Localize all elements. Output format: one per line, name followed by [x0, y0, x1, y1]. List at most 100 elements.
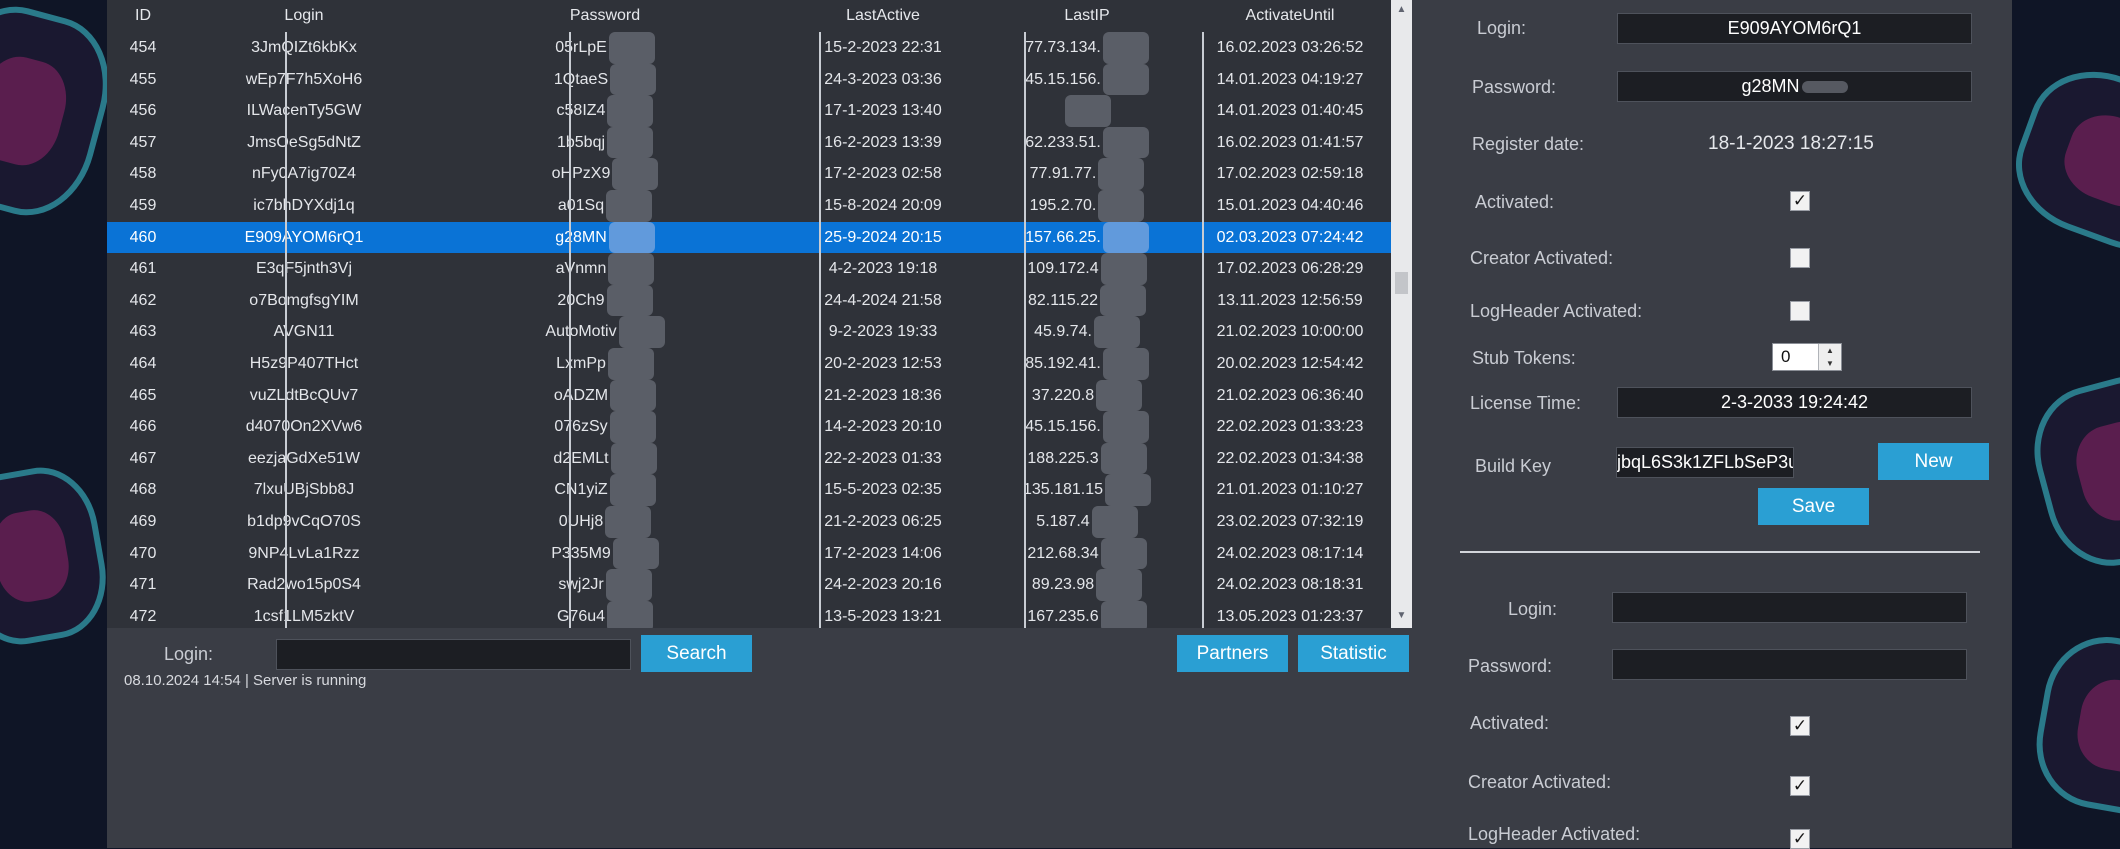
cell-login-text: nFy0A7ig70Z4	[251, 165, 357, 183]
activated-checkbox[interactable]: ✓	[1790, 191, 1810, 211]
creator-activated-label: Creator Activated:	[1470, 248, 1614, 268]
build-key-label: Build Key	[1475, 456, 1552, 476]
new-activated-checkbox[interactable]: ✓	[1790, 716, 1810, 736]
statistic-button[interactable]: Statistic	[1298, 635, 1409, 672]
license-time-field[interactable]: 2-3-2033 19:24:42	[1617, 387, 1972, 418]
cell-activateuntil: 21.02.2023 06:36:40	[1189, 380, 1391, 412]
scroll-down-icon[interactable]: ▼	[1391, 606, 1412, 626]
column-header-login[interactable]: Login	[179, 0, 429, 32]
cell-lastactive-text: 24-3-2023 03:36	[824, 70, 942, 88]
cell-lastip-text: 37.220.8	[1031, 386, 1095, 404]
redacted-mask	[612, 158, 659, 190]
chevron-up-icon[interactable]: ▲	[1819, 344, 1841, 357]
redacted-mask	[1102, 63, 1149, 96]
search-button[interactable]: Search	[641, 635, 752, 672]
table-row[interactable]: 464 H5z9P407THct LxmPp 20-2-2023 12:53 85.19…	[107, 348, 1412, 380]
cell-activateuntil-text: 16.02.2023 01:41:57	[1216, 133, 1364, 151]
cell-id: 461	[107, 253, 179, 285]
cell-activateuntil-text: 13.11.2023 12:56:59	[1217, 291, 1363, 309]
cell-password: c58IZ4	[429, 95, 781, 127]
table-row[interactable]: 461 E3qF5jnth3Vj aVnmn 4-2-2023 19:18 109.17…	[107, 253, 1412, 285]
login-field[interactable]: E909AYOM6rQ1	[1617, 13, 1972, 44]
cell-login-text: E3qF5jnth3Vj	[255, 260, 353, 278]
cell-id: 464	[107, 348, 179, 380]
grid-header: ID Login Password LastActive LastIP Acti…	[107, 0, 1412, 32]
redacted-mask	[1100, 537, 1147, 570]
scroll-up-icon[interactable]: ▲	[1391, 0, 1412, 20]
chevron-down-icon[interactable]: ▼	[1819, 357, 1841, 370]
table-row[interactable]: 471 Rad2wo15p0S4 swj2Jr 24-2-2023 20:16 89.2…	[107, 569, 1412, 601]
cell-activateuntil: 16.02.2023 01:41:57	[1189, 127, 1391, 159]
cell-password: swj2Jr	[429, 569, 781, 601]
column-header-activateuntil[interactable]: ActivateUntil	[1189, 0, 1391, 32]
cell-login-text: d4070On2XVw6	[245, 418, 363, 436]
table-row[interactable]: 458 nFy0A7ig70Z4 oHPzX9 17-2-2023 02:58 77.9…	[107, 158, 1412, 190]
table-row[interactable]: 463 AVGN11 AutoMotiv 9-2-2023 19:33 45.9.74.…	[107, 316, 1412, 348]
new-logheader-activated-checkbox[interactable]: ✓	[1790, 829, 1810, 849]
creator-activated-checkbox[interactable]	[1790, 248, 1810, 268]
cell-id-text: 464	[129, 355, 157, 372]
scroll-thumb[interactable]	[1395, 272, 1408, 294]
table-row[interactable]: 455 wEp7F7h5XoH6 1QtaeS 24-3-2023 03:36 45.1…	[107, 63, 1412, 96]
cell-lastip-text: 45.9.74.	[1034, 323, 1092, 341]
table-row[interactable]: 470 9NP4LvLa1Rzz P335M9 17-2-2023 14:06 212.…	[107, 537, 1412, 570]
table-row[interactable]: 465 vuZLdtBcQUv7 oADZM 21-2-2023 18:36 37.22…	[107, 379, 1412, 412]
redacted-mask	[610, 442, 657, 475]
table-row[interactable]: 456 ILWacenTy5GW c58IZ4 17-1-2023 13:40 14.0…	[107, 95, 1412, 127]
partners-button[interactable]: Partners	[1177, 635, 1288, 672]
new-creator-activated-checkbox[interactable]: ✓	[1790, 776, 1810, 796]
cell-lastactive: 4-2-2023 19:18	[781, 253, 985, 285]
logheader-activated-checkbox[interactable]	[1790, 301, 1810, 321]
table-row[interactable]: 460 E909AYOM6rQ1 g28MN 25-9-2024 20:15 157.6…	[107, 221, 1412, 254]
cell-lastip: 195.2.70.	[985, 190, 1189, 222]
cell-lastip-text: 45.15.156.	[1025, 70, 1101, 88]
cell-password: CN1yiZ	[429, 474, 781, 506]
table-row[interactable]: 467 eezjaGdXe51W d2EMLt 22-2-2023 01:33 188.…	[107, 442, 1412, 475]
table-row[interactable]: 466 d4070On2XVw6 076zSy 14-2-2023 20:10 45.1…	[107, 411, 1412, 443]
new-creator-activated-label: Creator Activated:	[1468, 772, 1612, 792]
search-login-label: Login:	[164, 644, 214, 664]
column-header-password[interactable]: Password	[429, 0, 781, 32]
new-key-button[interactable]: New	[1878, 443, 1989, 480]
new-password-input[interactable]	[1612, 649, 1967, 680]
table-row[interactable]: 454 3JmQIZt6kbKx 05rLpE 15-2-2023 22:31 77.7…	[107, 32, 1412, 64]
cell-login: o7BomgfsgYIM	[179, 285, 429, 317]
table-row[interactable]: 459 ic7bhDYXdj1q a01Sq 15-8-2024 20:09 195.2…	[107, 190, 1412, 222]
cell-id: 457	[107, 127, 179, 159]
redacted-mask	[1098, 190, 1145, 222]
build-key-field[interactable]: jbqL6S3k1ZFLbSeP3uzJ	[1616, 447, 1794, 478]
cell-lastip: 45.15.156.	[985, 63, 1189, 96]
table-row[interactable]: 469 b1dp9vCqO70S 0UHj8 21-2-2023 06:25 5.187…	[107, 506, 1412, 538]
cell-activateuntil-text: 17.02.2023 06:28:29	[1216, 260, 1364, 278]
save-button[interactable]: Save	[1758, 488, 1869, 525]
stub-tokens-stepper[interactable]: 0 ▲ ▼	[1772, 343, 1842, 371]
table-row[interactable]: 472 1csf1LM5zktV G76u4 13-5-2023 13:21 167.2…	[107, 600, 1412, 628]
cell-id: 470	[107, 538, 179, 570]
column-divider	[569, 32, 571, 628]
users-grid[interactable]: ID Login Password LastActive LastIP Acti…	[107, 0, 1412, 628]
cell-lastip-text: 77.73.134.	[1025, 39, 1101, 57]
cell-lastactive-text: 13-5-2023 13:21	[824, 607, 942, 625]
new-login-input[interactable]	[1612, 592, 1967, 623]
table-row[interactable]: 457 JmsOeSg5dNtZ 1b5bqj 16-2-2023 13:39 62.2…	[107, 126, 1412, 159]
cell-lastip-text: 77.91.77.	[1029, 165, 1097, 183]
stub-tokens-value: 0	[1781, 347, 1791, 366]
cell-lastactive-text: 17-2-2023 02:58	[824, 165, 942, 183]
grid-vertical-scrollbar[interactable]: ▲ ▼	[1391, 0, 1412, 628]
password-field[interactable]: g28MN	[1617, 71, 1972, 102]
search-login-input[interactable]	[276, 639, 631, 670]
table-row[interactable]: 468 7lxuUBjSbb8J CN1yiZ 15-5-2023 02:35 135.…	[107, 474, 1412, 506]
background-shape	[1998, 52, 2120, 270]
cell-id-text: 461	[129, 260, 157, 278]
cell-lastactive-text: 15-5-2023 02:35	[824, 481, 942, 499]
cell-lastactive: 9-2-2023 19:33	[781, 316, 985, 348]
cell-activateuntil-text: 17.02.2023 02:59:18	[1216, 165, 1364, 183]
cell-activateuntil: 24.02.2023 08:17:14	[1189, 538, 1391, 570]
background-shape	[0, 458, 116, 654]
column-header-lastactive[interactable]: LastActive	[781, 0, 985, 32]
cell-login-text: 9NP4LvLa1Rzz	[248, 544, 360, 562]
cell-lastactive-text: 15-8-2024 20:09	[824, 197, 942, 214]
column-header-id[interactable]: ID	[107, 0, 179, 32]
column-header-lastip[interactable]: LastIP	[985, 0, 1189, 32]
table-row[interactable]: 462 o7BomgfsgYIM 20Ch9 24-4-2024 21:58 82.11…	[107, 284, 1412, 317]
